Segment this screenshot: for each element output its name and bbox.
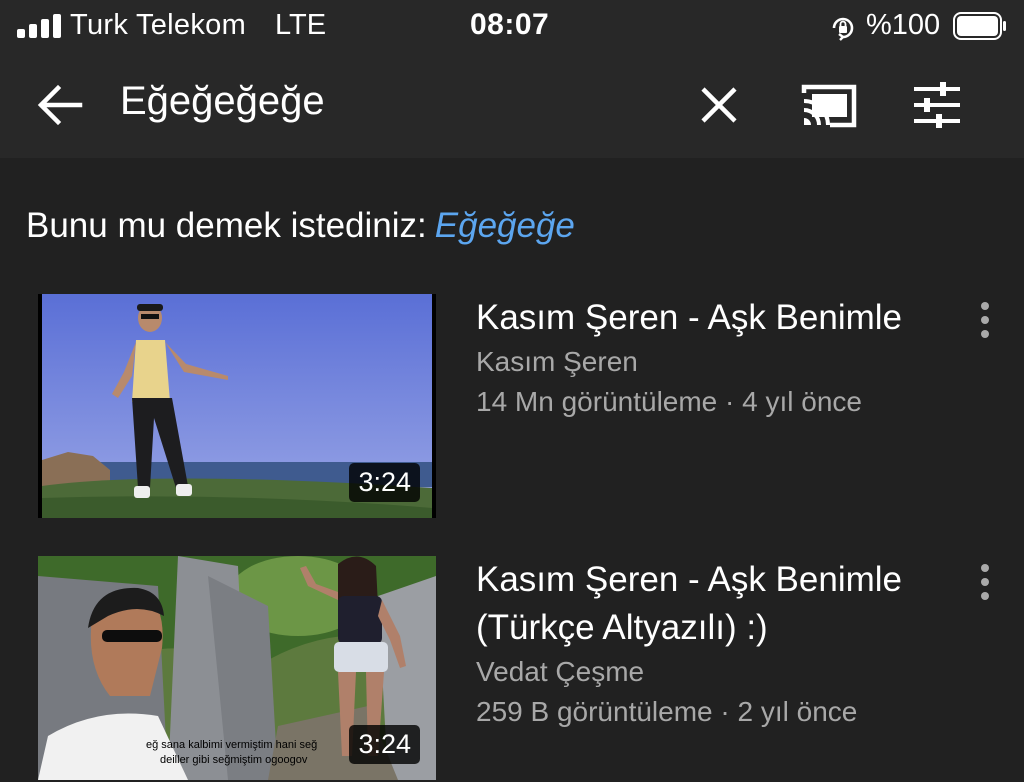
video-info: Kasım Şeren - Aşk Benimle Kasım Şeren 14… bbox=[476, 294, 956, 422]
rotation-lock-icon bbox=[832, 17, 854, 41]
video-info: Kasım Şeren - Aşk Benimle (Türkçe Altyaz… bbox=[476, 556, 956, 732]
cast-icon[interactable] bbox=[800, 81, 858, 129]
channel-name[interactable]: Kasım Şeren bbox=[476, 342, 956, 382]
search-query-field[interactable]: Eğeğeğeğe bbox=[120, 79, 325, 124]
burned-subtitle-line: deiller gibi seğmiştim ogoogov bbox=[160, 754, 308, 766]
back-arrow-icon[interactable] bbox=[36, 83, 84, 127]
close-icon[interactable] bbox=[697, 83, 741, 127]
signal-icon bbox=[17, 14, 61, 38]
carrier-name: Turk Telekom bbox=[70, 9, 247, 41]
status-bar: Turk Telekom LTE 08:07 %100 bbox=[0, 0, 1024, 55]
battery-percentage: %100 bbox=[866, 9, 941, 41]
battery-icon bbox=[953, 12, 1006, 40]
video-title[interactable]: Kasım Şeren - Aşk Benimle (Türkçe Altyaz… bbox=[476, 556, 956, 652]
video-title[interactable]: Kasım Şeren - Aşk Benimle bbox=[476, 294, 956, 342]
channel-name[interactable]: Vedat Çeşme bbox=[476, 652, 956, 692]
video-thumbnail[interactable]: eğ sana kalbimi vermiştim hani seğ deill… bbox=[38, 556, 436, 780]
video-duration: 3:24 bbox=[349, 725, 420, 764]
video-meta: 14 Mn görüntüleme · 4 yıl önce bbox=[476, 386, 862, 417]
more-options-icon[interactable] bbox=[972, 298, 998, 342]
video-duration: 3:24 bbox=[349, 463, 420, 502]
video-meta: 259 B görüntüleme · 2 yıl önce bbox=[476, 696, 858, 727]
suggestion-link[interactable]: Eğeğeğe bbox=[435, 206, 575, 245]
filter-icon[interactable] bbox=[912, 81, 962, 129]
search-app-bar: Eğeğeğeğe bbox=[0, 55, 1024, 158]
more-options-icon[interactable] bbox=[972, 560, 998, 604]
clock: 08:07 bbox=[470, 8, 550, 41]
video-thumbnail[interactable]: 3:24 bbox=[38, 294, 436, 518]
burned-subtitle-line: eğ sana kalbimi vermiştim hani seğ bbox=[146, 739, 317, 751]
spelling-suggestion: Bunu mu demek istediniz: Eğeğeğe bbox=[26, 206, 575, 246]
suggestion-prompt: Bunu mu demek istediniz: bbox=[26, 206, 427, 245]
network-type: LTE bbox=[275, 9, 327, 41]
